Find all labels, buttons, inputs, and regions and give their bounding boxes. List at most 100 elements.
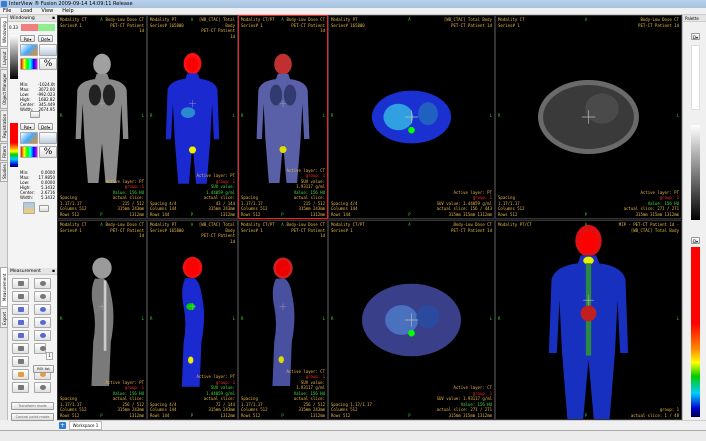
tab-layout[interactable]: Layout xyxy=(0,48,8,68)
tab-measurement[interactable]: Measurement xyxy=(0,267,8,307)
polygon-roi-icon[interactable] xyxy=(12,317,29,328)
palette-header: Palette xyxy=(683,15,706,22)
viewport-fus-ax[interactable]: Modality CT/PT Series# 1 Body-Low Dose CT P… xyxy=(328,220,495,420)
overlay-tl: Modality CT/PT Series# 1 xyxy=(241,17,275,28)
pin-icon[interactable]: ▪ xyxy=(52,268,55,275)
palette-white-bar[interactable] xyxy=(691,45,700,110)
overlay-line: Body-Low Dose CT xyxy=(286,17,325,22)
tab-windowing[interactable]: Windowing xyxy=(0,17,8,47)
tab-studies[interactable]: Studies xyxy=(0,162,8,182)
angle-icon[interactable] xyxy=(12,369,29,380)
tab-workspace-1[interactable]: Workspace 1 xyxy=(69,421,102,430)
opacity-slider-left[interactable] xyxy=(21,24,38,31)
overlay-bl: Spacing 1.17/1.17 Columns 512 Rows 512 xyxy=(241,184,268,217)
control-point-mode-button[interactable]: Control point mode xyxy=(11,413,54,421)
viewport-ct-sag[interactable]: Modality CT Series# 1 Body-Low Dose CT PET-… xyxy=(57,220,147,420)
window-preset-icon[interactable] xyxy=(20,44,38,56)
viewport-pet-sag[interactable]: Modality PT Series# 165800 [WB_CTAC] Total… xyxy=(147,220,238,420)
percent-icon-2[interactable]: % xyxy=(39,146,57,158)
left-panel: Windowing ▪ 0.33 Pal▾ Def▾ % Min: -1024.0t… xyxy=(8,15,57,421)
slice-spinbox[interactable]: 1 xyxy=(46,352,53,360)
scan-image[interactable] xyxy=(496,221,681,419)
transform-mode-button[interactable]: Transform mode xyxy=(11,402,54,410)
overlay-line: Modality PT/CT xyxy=(498,222,532,227)
menu-file[interactable]: File xyxy=(3,8,11,14)
menu-help[interactable]: Help xyxy=(62,8,73,14)
viewport-ct-ax[interactable]: Modality CT Series# 1 Body-Low Dose CT PET-… xyxy=(495,15,682,219)
stat-value: 5.3432 xyxy=(41,195,55,200)
pin-icon[interactable]: ▪ xyxy=(52,15,55,22)
save-icon[interactable] xyxy=(34,278,51,289)
ellipse-roi-icon[interactable] xyxy=(34,304,51,315)
opacity-slider-right[interactable] xyxy=(38,24,55,31)
percent-icon[interactable]: % xyxy=(39,58,57,70)
viewport-mip[interactable]: Modality PT/CT MIP - PET-CT Patient 1d -[… xyxy=(495,220,682,420)
ct-palette-bar[interactable] xyxy=(691,125,700,220)
color-palette-icon[interactable] xyxy=(20,58,38,70)
overlay-line: Rows 144 xyxy=(331,211,351,217)
stat-label: Width: xyxy=(20,195,33,200)
delete-all-icon[interactable] xyxy=(34,291,51,302)
tab-registration[interactable]: Registration xyxy=(0,110,8,142)
open-icon[interactable] xyxy=(12,278,29,289)
viewport-fus-sag[interactable]: Modality CT/PT Series# 1 Body-Low Dose CT P… xyxy=(238,220,328,420)
tab-filters[interactable]: Filters xyxy=(0,143,8,161)
palette-dropdown-2[interactable]: Pal▾ xyxy=(20,123,35,130)
roi-list-button[interactable]: ROI list xyxy=(33,365,54,373)
overlay-line: Columns 512 xyxy=(60,206,87,211)
invert-icon[interactable] xyxy=(39,44,57,56)
tab-object-manager[interactable]: Object Manager xyxy=(0,69,8,109)
layer-thumbnail[interactable] xyxy=(23,202,35,214)
freehand-roi-icon[interactable] xyxy=(34,317,51,328)
ruler-icon[interactable] xyxy=(12,343,29,354)
palette-dropdown-top[interactable]: D▾ xyxy=(691,33,700,40)
overlay-tl: Modality PT Series# 165800 xyxy=(150,222,184,233)
viewport-pet-cor[interactable]: Modality PT Series# 165800 [WB_CTAC] Total… xyxy=(147,15,238,219)
overlay-line: Rows 144 xyxy=(150,211,170,217)
reset-button-1[interactable] xyxy=(30,111,40,118)
orientation-marker: P xyxy=(100,413,103,418)
measurement-panel: Measurement ▪ ROI list 1 Transform mode C… xyxy=(8,268,57,421)
overlay-line: PET-CT Patient xyxy=(201,233,235,238)
orientation-marker: R xyxy=(150,112,153,118)
ruler-alt-icon[interactable] xyxy=(34,343,46,354)
menu-load[interactable]: Load xyxy=(20,8,32,14)
color-pick-icon[interactable] xyxy=(12,382,29,393)
scan-image[interactable] xyxy=(329,16,494,218)
overlay-br: Active layer: PT group: 1 Value: 156 HU act… xyxy=(105,179,144,218)
cube-roi-icon[interactable] xyxy=(12,330,29,341)
palette-title: Palette xyxy=(685,16,699,21)
pet-palette-bar[interactable] xyxy=(691,247,700,417)
default-dropdown-1[interactable]: Def▾ xyxy=(38,35,53,42)
overlay-tr: [WB_CTAC] Total Body PET-CT Patient 1d xyxy=(444,17,492,28)
menu-view[interactable]: View xyxy=(41,8,53,14)
default-dropdown-2[interactable]: Def▾ xyxy=(38,123,53,130)
viewport-fus-cor[interactable]: Modality CT/PT Series# 1 Body-Low Dose CT P… xyxy=(238,15,328,219)
reset-button-2[interactable] xyxy=(39,205,49,212)
grayscale-colorbar[interactable] xyxy=(10,35,18,79)
invert-icon-2[interactable] xyxy=(39,132,57,144)
window-preset-icon-2[interactable] xyxy=(20,132,38,144)
orientation-marker: R xyxy=(60,316,63,322)
palette-dropdown-bottom[interactable]: D▾ xyxy=(691,237,700,244)
overlay-bl: Spacing 1.17/1.17 Columns 512 Rows 512 xyxy=(241,385,268,418)
overlay-line: Modality CT/PT xyxy=(241,17,275,22)
overlay-line: Columns 144 xyxy=(150,407,177,412)
rectangle-roi-icon[interactable] xyxy=(12,304,29,315)
pet-colorbar[interactable] xyxy=(10,123,18,167)
tab-export[interactable]: Export xyxy=(0,308,8,328)
overlay-tr: Body-Low Dose CT PET-CT Patient 1d xyxy=(105,222,144,239)
left-vertical-tabs: Windowing Layout Object Manager Registra… xyxy=(0,15,8,420)
overlay-line: 1d xyxy=(139,28,144,33)
viewport-ct-cor[interactable]: Modality CT Series# 1 Body-Low Dose CT PET-… xyxy=(57,15,147,219)
palette-dropdown-1[interactable]: Pal▾ xyxy=(20,35,35,42)
orientation-marker: L xyxy=(489,112,492,118)
sphere-roi-icon[interactable] xyxy=(34,330,51,341)
cut-icon[interactable] xyxy=(34,382,51,393)
add-workspace-icon[interactable]: + xyxy=(59,422,66,429)
distance-icon[interactable] xyxy=(12,356,29,367)
delete-icon[interactable] xyxy=(12,291,29,302)
overlay-line: Series# 1 xyxy=(498,22,520,28)
color-palette-icon-2[interactable] xyxy=(20,146,38,158)
viewport-pet-ax[interactable]: Modality PT Series# 165800 [WB_CTAC] Total… xyxy=(328,15,495,219)
